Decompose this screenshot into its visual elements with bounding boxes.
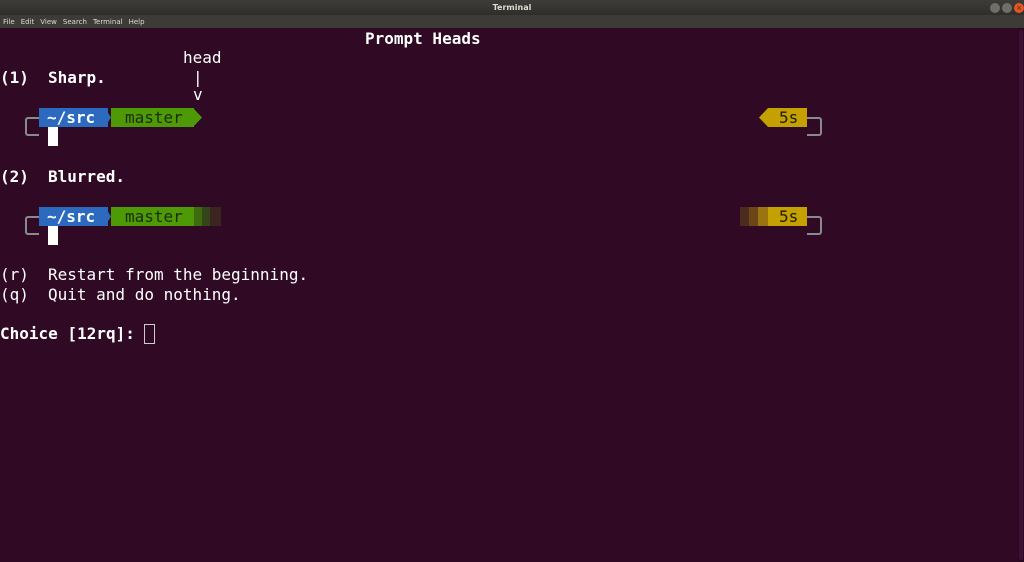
- prompt-frame-right: [807, 117, 822, 136]
- blurred-path-segment: ~/src: [39, 207, 108, 226]
- option-2-key: (2): [0, 167, 29, 186]
- blur-fade-1: [194, 207, 202, 226]
- blurred-duration-segment: 5s: [768, 207, 807, 226]
- menu-file[interactable]: File: [3, 18, 15, 26]
- menu-edit[interactable]: Edit: [21, 18, 35, 26]
- window-title: Terminal: [492, 3, 532, 12]
- choice-input-cursor[interactable]: [144, 324, 155, 344]
- option-r-label: Restart from the beginning.: [48, 265, 309, 284]
- menu-help[interactable]: Help: [129, 18, 145, 26]
- duration-segment: 5s: [768, 108, 807, 127]
- branch-segment: master: [111, 108, 194, 127]
- blur-fade-4: [740, 207, 749, 226]
- close-icon: ×: [1016, 4, 1022, 12]
- minimize-button[interactable]: [990, 3, 1000, 13]
- branch-arrow-head-icon: [193, 108, 202, 127]
- menu-search[interactable]: Search: [63, 18, 87, 26]
- option-q-key: (q): [0, 285, 29, 304]
- path-segment: ~/src: [39, 108, 108, 127]
- blurred-branch-segment: master: [111, 207, 194, 226]
- option-1-label: Sharp.: [48, 68, 106, 87]
- head-annotation-label: head: [183, 48, 222, 67]
- blur-fade-6: [758, 207, 768, 226]
- scrollbar[interactable]: [1018, 28, 1024, 562]
- option-r-key: (r): [0, 265, 29, 284]
- title-bar: Terminal ×: [0, 0, 1024, 15]
- close-button[interactable]: ×: [1014, 3, 1024, 13]
- menu-terminal[interactable]: Terminal: [93, 18, 123, 26]
- blur-fade-3: [210, 207, 221, 226]
- option-2-label: Blurred.: [48, 167, 126, 186]
- sharp-prompt-cursor: [48, 127, 58, 146]
- menu-bar: File Edit View Search Terminal Help: [0, 15, 1024, 28]
- blur-fade-2: [202, 207, 210, 226]
- option-q-label: Quit and do nothing.: [48, 285, 241, 304]
- duration-arrow-head-icon: [759, 108, 768, 127]
- prompt-frame-left: [25, 117, 39, 136]
- page-heading: Prompt Heads: [365, 29, 481, 48]
- blurred-frame-left: [25, 216, 39, 235]
- menu-view[interactable]: View: [40, 18, 57, 26]
- head-annotation-arrow: v: [193, 85, 203, 104]
- blur-fade-5: [749, 207, 758, 226]
- maximize-button[interactable]: [1002, 3, 1012, 13]
- blurred-prompt-cursor: [48, 226, 58, 245]
- choice-prompt: Choice [12rq]:: [0, 324, 135, 343]
- scrollbar-thumb[interactable]: [1019, 30, 1023, 560]
- blurred-frame-right: [807, 216, 822, 235]
- option-1-key: (1): [0, 68, 29, 87]
